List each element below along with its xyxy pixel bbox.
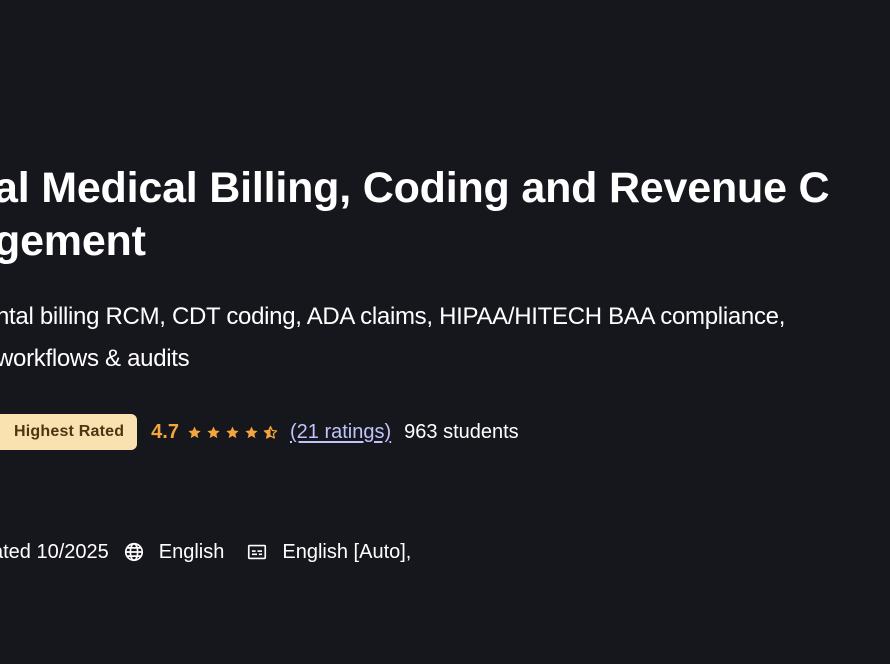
star-icon: [226, 426, 239, 438]
last-updated: ated 10/2025: [0, 540, 109, 563]
course-title-line-1: al Medical Billing, Coding and Revenue C: [0, 164, 830, 212]
globe-icon: [123, 541, 145, 563]
star-rating: [187, 425, 278, 440]
student-count: 963 students: [404, 420, 519, 443]
star-icon: [207, 426, 220, 438]
closed-captions-icon: [246, 541, 268, 563]
course-subtitle-line-1: ntal billing RCM, CDT coding, ADA claims…: [0, 303, 786, 330]
course-meta-row: ated 10/2025 English English [Auto],: [0, 537, 411, 567]
highest-rated-badge: Highest Rated: [0, 414, 138, 450]
rating-row: Highest Rated 4.7 (21 ratings) 963 stude…: [0, 414, 519, 450]
course-hero: al Medical Billing, Coding and Revenue C…: [0, 0, 890, 664]
course-subtitle-line-2: workflows & audits: [0, 345, 190, 372]
half-star-icon: [263, 425, 278, 439]
rating-value: 4.7: [151, 420, 179, 443]
course-title-line-2: gement: [0, 217, 146, 265]
course-subtitle: ntal billing RCM, CDT coding, ADA claims…: [0, 296, 785, 380]
course-language: English: [158, 540, 225, 563]
course-title: al Medical Billing, Coding and Revenue C…: [0, 162, 830, 268]
star-icon: [188, 426, 201, 438]
star-icon: [245, 426, 258, 438]
course-captions: English [Auto],: [282, 540, 412, 563]
ratings-count-link[interactable]: (21 ratings): [290, 421, 391, 444]
